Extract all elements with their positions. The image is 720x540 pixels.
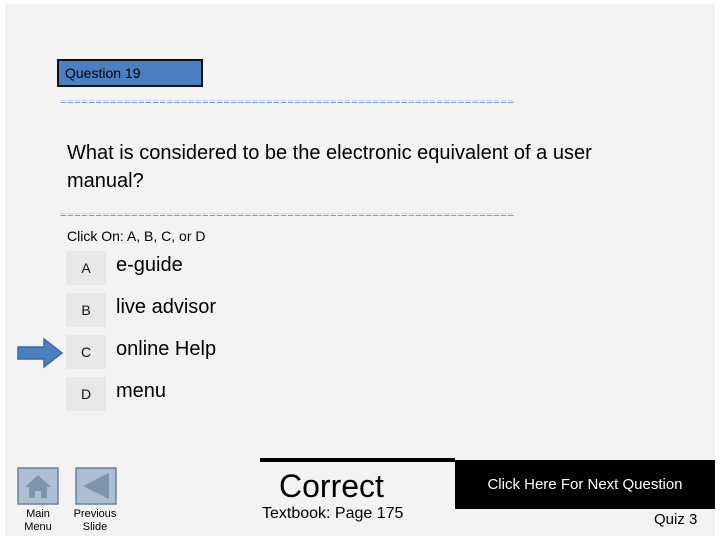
option-a[interactable]: A e-guide <box>66 251 366 285</box>
option-text: online Help <box>116 338 217 360</box>
option-text: e-guide <box>116 254 183 276</box>
option-letter[interactable]: B <box>66 293 106 327</box>
question-number-box: Question 19 <box>57 59 203 87</box>
top-separator: ========================================… <box>60 100 515 106</box>
next-question-button[interactable]: Click Here For Next Question <box>455 460 715 509</box>
question-text: What is considered to be the electronic … <box>67 142 592 192</box>
main-menu-label[interactable]: Main Menu <box>18 508 58 534</box>
option-b[interactable]: B live advisor <box>66 293 366 327</box>
option-text: menu <box>116 380 167 402</box>
instruction-text: Click On: A, B, C, or D <box>67 228 206 244</box>
previous-slide-label[interactable]: Previous Slide <box>68 508 122 534</box>
option-c[interactable]: C online Help <box>66 335 366 369</box>
quiz-label: Quiz 3 <box>654 511 698 528</box>
home-icon[interactable] <box>17 467 59 505</box>
triangle-left-icon[interactable] <box>75 467 117 505</box>
option-letter[interactable]: D <box>66 377 106 411</box>
result-status: Correct <box>279 468 384 504</box>
bottom-separator: ========================================… <box>60 213 515 219</box>
option-letter[interactable]: C <box>66 335 106 369</box>
arrow-right-icon <box>17 337 64 369</box>
option-letter[interactable]: A <box>66 251 106 285</box>
option-d[interactable]: D menu <box>66 377 366 411</box>
result-divider <box>260 458 455 462</box>
option-text: live advisor <box>116 296 217 318</box>
textbook-reference: Textbook: Page 175 <box>262 505 404 522</box>
